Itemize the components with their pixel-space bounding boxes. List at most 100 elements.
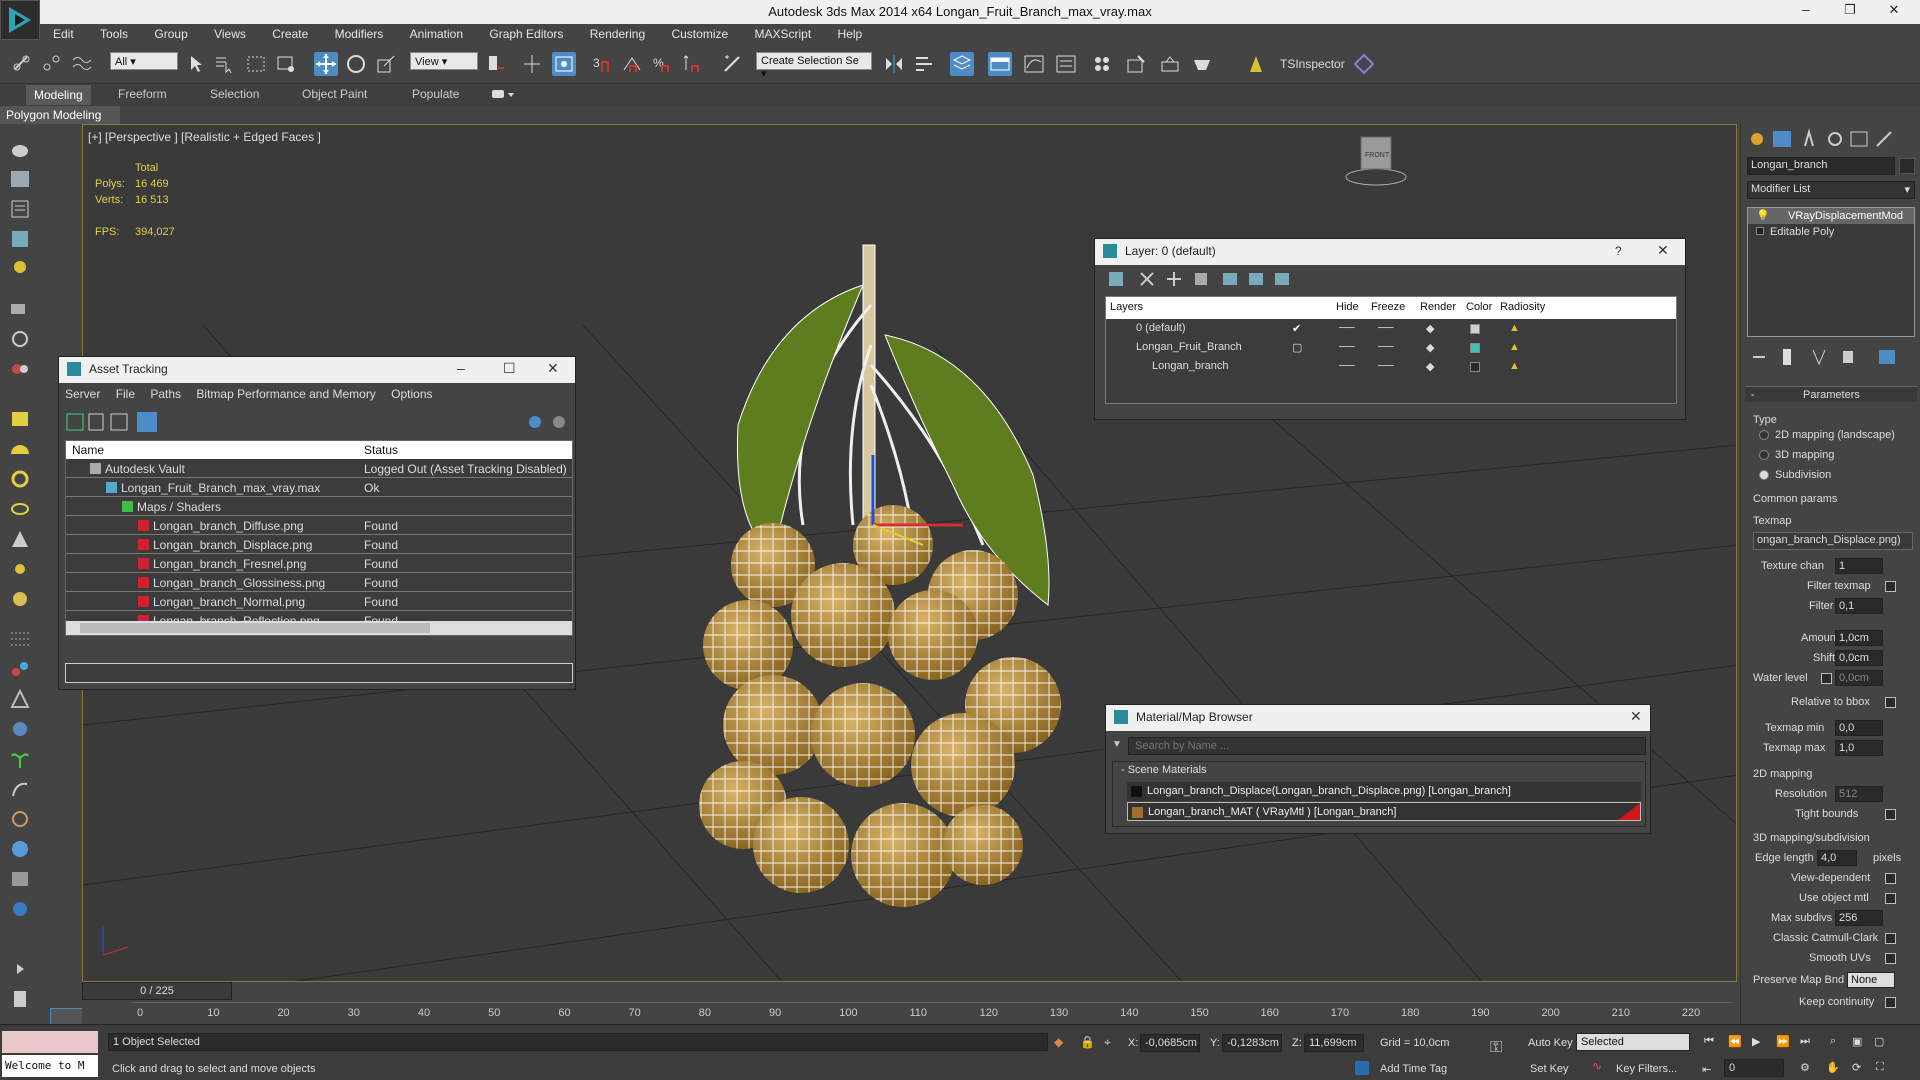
- table-row[interactable]: Maps / Shaders: [66, 497, 572, 516]
- material-titlebar[interactable]: Material/Map Browser ✕: [1106, 705, 1650, 731]
- menu-maxscript[interactable]: MAXScript: [742, 24, 822, 41]
- teapot-icon[interactable]: [8, 138, 32, 160]
- asset-horizontal-scrollbar[interactable]: [66, 621, 572, 635]
- object-color-swatch[interactable]: [1899, 158, 1915, 174]
- light-bulb-icon[interactable]: [8, 258, 32, 280]
- tsinspector-label[interactable]: TSInspector: [1280, 57, 1345, 71]
- tools-icon[interactable]: [8, 868, 32, 890]
- schematic-view-icon[interactable]: [1054, 52, 1078, 76]
- vray-icon[interactable]: [8, 688, 32, 710]
- lock-icon[interactable]: 🔒: [1080, 1035, 1095, 1049]
- current-layer-box-icon[interactable]: ▢: [1292, 341, 1302, 354]
- radio-3d-mapping[interactable]: [1759, 450, 1769, 460]
- menu-views[interactable]: Views: [201, 24, 256, 41]
- render-frame-icon[interactable]: [8, 168, 32, 190]
- layer-row[interactable]: Longan_branch ── ── ◆ ▲: [1106, 357, 1676, 376]
- maximize-viewport-icon[interactable]: ⛶: [1876, 1061, 1884, 1074]
- time-tag-icon[interactable]: [1355, 1061, 1369, 1075]
- view-cube-label[interactable]: FRONT: [1365, 152, 1390, 159]
- gear-icon[interactable]: [8, 718, 32, 740]
- rect-selection-icon[interactable]: [244, 52, 268, 76]
- current-frame-field[interactable]: 0: [1724, 1059, 1784, 1077]
- align-icon[interactable]: [912, 52, 936, 76]
- zoom-extents-icon[interactable]: ▢: [1874, 1035, 1884, 1048]
- scene-materials-header[interactable]: - Scene Materials: [1113, 762, 1645, 778]
- layer-col-freeze[interactable]: Freeze: [1371, 301, 1405, 313]
- parameters-rollout-header[interactable]: - Parameters: [1745, 386, 1917, 402]
- material-search-input[interactable]: [1128, 737, 1646, 755]
- view-dependent-checkbox[interactable]: [1885, 873, 1896, 884]
- select-object-icon[interactable]: [184, 52, 208, 76]
- layer-hide-toggle[interactable]: ──: [1339, 360, 1355, 372]
- texture-chan-spinner[interactable]: 1: [1835, 558, 1883, 574]
- grid-panel-icon[interactable]: [8, 228, 32, 250]
- menu-rendering[interactable]: Rendering: [577, 24, 655, 41]
- menu-help[interactable]: Help: [825, 24, 873, 41]
- layer-col-color[interactable]: Color: [1466, 301, 1492, 313]
- layer-color-swatch[interactable]: [1470, 343, 1480, 353]
- zoom-all-icon[interactable]: ▣: [1852, 1035, 1862, 1048]
- ribbon-tab-modeling[interactable]: Modeling: [26, 85, 91, 105]
- table-row[interactable]: Longan_branch_Fresnel.png Found: [66, 554, 572, 573]
- key-mode-dropdown[interactable]: Selected: [1576, 1033, 1690, 1051]
- hemisphere-icon[interactable]: [8, 438, 32, 460]
- ribbon-tab-freeform[interactable]: Freeform: [118, 87, 167, 101]
- play-icon[interactable]: ▶: [1752, 1035, 1760, 1048]
- stack-item-vray[interactable]: 💡 VRayDisplacementMod: [1748, 208, 1914, 224]
- spiral-icon[interactable]: [8, 808, 32, 830]
- maximize-button[interactable]: ❐: [1830, 2, 1870, 22]
- y-coord-field[interactable]: -0,1283cm: [1222, 1034, 1282, 1052]
- layer-hide-toggle[interactable]: ──: [1339, 341, 1355, 353]
- edit-named-sel-icon[interactable]: [720, 52, 744, 76]
- asset-menu-server[interactable]: Server: [59, 383, 106, 401]
- radio-subdivision[interactable]: [1759, 470, 1769, 480]
- key-mode-toggle-icon[interactable]: ⇤: [1702, 1063, 1711, 1076]
- auto-key-button[interactable]: Auto Key: [1528, 1037, 1573, 1049]
- relative-bbox-checkbox[interactable]: [1885, 697, 1896, 708]
- molecule-icon[interactable]: [8, 658, 32, 680]
- menu-graph-editors[interactable]: Graph Editors: [476, 24, 573, 41]
- layer-col-render[interactable]: Render: [1420, 301, 1456, 313]
- sphere-icon[interactable]: [8, 588, 32, 610]
- prev-frame-icon[interactable]: ⏪: [1728, 1035, 1742, 1048]
- sun-icon[interactable]: [8, 558, 32, 580]
- set-key-button[interactable]: Set Key: [1530, 1063, 1569, 1075]
- keep-continuity-checkbox[interactable]: [1885, 997, 1896, 1008]
- table-row[interactable]: Longan_branch_Normal.png Found: [66, 592, 572, 611]
- ribbon-options-icon[interactable]: [492, 88, 516, 102]
- snaps-toggle-icon[interactable]: 3: [590, 52, 614, 76]
- table-row[interactable]: Autodesk Vault Logged Out (Asset Tracking…: [66, 459, 572, 478]
- list-item[interactable]: Longan_branch_MAT ( VRayMtl ) [Longan_br…: [1127, 802, 1641, 821]
- search-options-icon[interactable]: ▼: [1112, 739, 1122, 750]
- menu-edit[interactable]: Edit: [40, 24, 84, 41]
- texmap-min-spinner[interactable]: 0,0: [1835, 720, 1883, 736]
- layer-color-swatch[interactable]: [1470, 362, 1480, 372]
- viewport-label[interactable]: [+] [Perspective ] [Realistic + Edged Fa…: [88, 130, 321, 144]
- camera-icon[interactable]: [8, 298, 32, 320]
- smooth-uvs-checkbox[interactable]: [1885, 953, 1896, 964]
- use-object-mtl-checkbox[interactable]: [1885, 893, 1896, 904]
- ribbon-tab-object-paint[interactable]: Object Paint: [302, 87, 367, 101]
- document-icon[interactable]: [8, 988, 32, 1010]
- cone-icon[interactable]: [8, 528, 32, 550]
- named-selection-dropdown[interactable]: Create Selection Se ▾: [756, 52, 872, 80]
- layer-hide-toggle[interactable]: ──: [1339, 322, 1355, 334]
- asset-menu-paths[interactable]: Paths: [144, 383, 187, 401]
- teapot-render-icon[interactable]: ◆: [1426, 322, 1434, 335]
- render-globe-icon[interactable]: [8, 898, 32, 920]
- layer-manager-icon[interactable]: [950, 52, 974, 76]
- layer-freeze-toggle[interactable]: ──: [1378, 360, 1394, 372]
- tsinspector-icon[interactable]: [1244, 52, 1268, 76]
- asset-col-name[interactable]: Name: [72, 443, 104, 457]
- z-coord-field[interactable]: 11,699cm: [1304, 1034, 1364, 1052]
- torus-icon[interactable]: [8, 468, 32, 490]
- asset-tracking-titlebar[interactable]: Asset Tracking – ☐ ✕: [59, 357, 575, 383]
- select-by-name-icon[interactable]: [212, 52, 236, 76]
- layer-freeze-toggle[interactable]: ──: [1378, 341, 1394, 353]
- preserve-map-dropdown[interactable]: None: [1847, 972, 1895, 988]
- render-production-icon[interactable]: [1190, 52, 1214, 76]
- table-row[interactable]: Longan_branch_Displace.png Found: [66, 535, 572, 554]
- isolate-icon[interactable]: ◆: [1054, 1035, 1063, 1049]
- menu-animation[interactable]: Animation: [397, 24, 473, 41]
- shift-spinner[interactable]: 0,0cm: [1835, 650, 1883, 666]
